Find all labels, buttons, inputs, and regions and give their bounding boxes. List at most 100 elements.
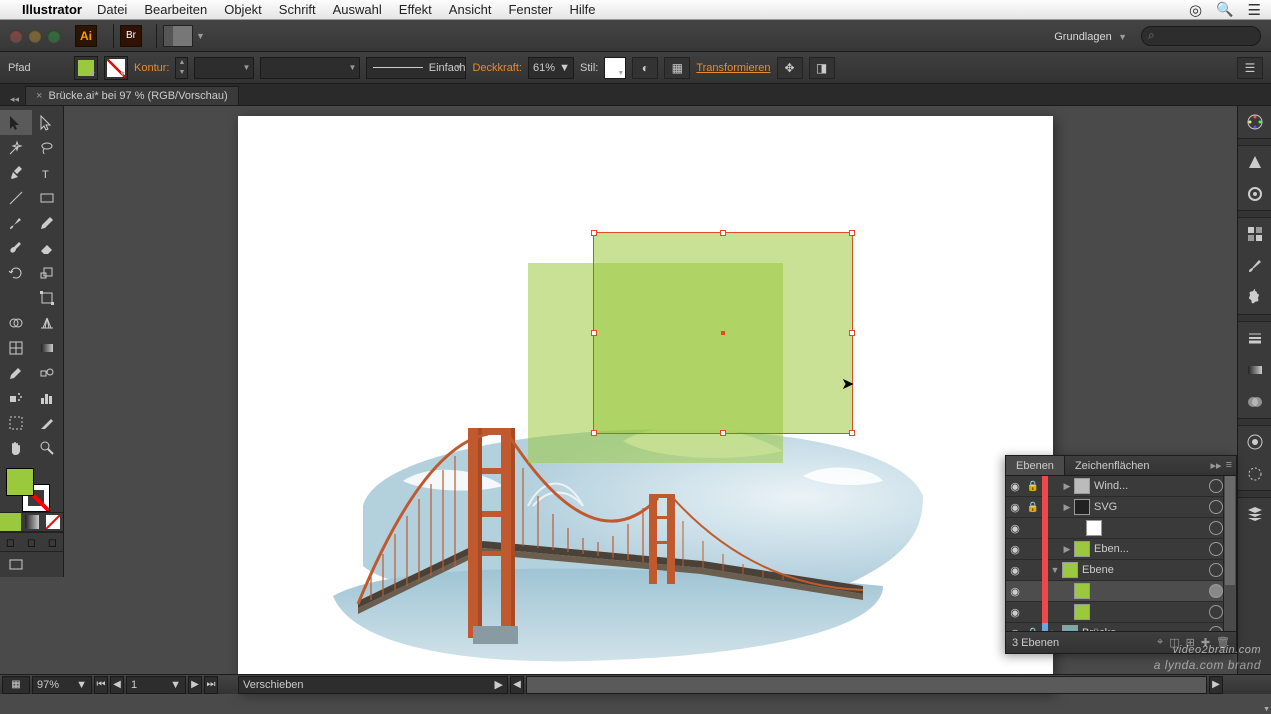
menu-effekt[interactable]: Effekt: [399, 2, 432, 17]
target-icon[interactable]: [1209, 521, 1223, 535]
lock-toggle[interactable]: 🔒: [1024, 481, 1042, 492]
swatches-panel-icon[interactable]: [1238, 218, 1271, 250]
layer-row[interactable]: ◉🔒 ▶ Brücke: [1006, 623, 1236, 631]
visibility-toggle[interactable]: ◉: [1006, 543, 1024, 556]
first-artboard-button[interactable]: ⏮: [94, 676, 108, 694]
tab-zeichenflaechen[interactable]: Zeichenflächen: [1065, 456, 1160, 475]
hscroll-left-icon[interactable]: ◀: [510, 676, 524, 694]
zoom-tool[interactable]: [32, 435, 64, 460]
direct-selection-tool[interactable]: [32, 110, 64, 135]
new-layer-icon[interactable]: ✚: [1201, 636, 1210, 649]
layer-name[interactable]: Brücke: [1082, 627, 1209, 631]
menu-schrift[interactable]: Schrift: [279, 2, 316, 17]
eyedropper-tool[interactable]: [0, 360, 32, 385]
document-tab[interactable]: × Brücke.ai* bei 97 % (RGB/Vorschau): [25, 86, 239, 105]
artboard[interactable]: ➤: [238, 116, 1053, 692]
layer-name[interactable]: Eben...: [1094, 543, 1209, 555]
selection-tool[interactable]: [0, 110, 32, 135]
minimize-window-button[interactable]: [29, 30, 41, 42]
horizontal-scrollbar[interactable]: [526, 676, 1207, 694]
stroke-panel-icon[interactable]: [1238, 322, 1271, 354]
arrange-documents-button[interactable]: [163, 25, 193, 47]
disclosure-icon[interactable]: ▶: [1060, 544, 1074, 555]
lock-toggle[interactable]: 🔒: [1024, 502, 1042, 513]
color-guide-panel-icon[interactable]: [1238, 146, 1271, 178]
cc-icon[interactable]: ◎: [1189, 1, 1202, 19]
appearance-panel-icon[interactable]: [1238, 426, 1271, 458]
opacity-label[interactable]: Deckkraft:: [472, 62, 522, 74]
draw-mode-row[interactable]: ◻ ◻ ◻: [0, 532, 63, 552]
layer-name[interactable]: Wind...: [1094, 480, 1209, 492]
column-graph-tool[interactable]: [32, 385, 64, 410]
pencil-tool[interactable]: [32, 210, 64, 235]
bridge-button[interactable]: Br: [120, 25, 142, 47]
width-tool[interactable]: [0, 285, 32, 310]
shape-builder-tool[interactable]: [0, 310, 32, 335]
brushes-panel-icon[interactable]: [1238, 250, 1271, 282]
magic-wand-tool[interactable]: [0, 135, 32, 160]
eraser-tool[interactable]: [32, 235, 64, 260]
transparency-panel-icon[interactable]: [1238, 386, 1271, 418]
current-tool-status[interactable]: Verschieben▶: [238, 676, 508, 694]
line-tool[interactable]: [0, 185, 32, 210]
style-swatch[interactable]: ▼: [604, 57, 626, 79]
brush-definition-dropdown[interactable]: Einfach▼: [366, 57, 466, 79]
visibility-toggle[interactable]: ◉: [1006, 501, 1024, 514]
symbol-sprayer-tool[interactable]: [0, 385, 32, 410]
search-sys-icon[interactable]: 🔍: [1216, 1, 1233, 18]
target-icon[interactable]: [1209, 542, 1223, 556]
layers-scrollbar[interactable]: [1223, 476, 1236, 631]
mesh-tool[interactable]: [0, 335, 32, 360]
layers-panel-icon[interactable]: [1238, 498, 1271, 530]
layer-row[interactable]: ◉ ▶ Eben...: [1006, 539, 1236, 560]
gradient-mode-icon[interactable]: [21, 513, 42, 531]
target-icon[interactable]: [1209, 626, 1223, 631]
align-button[interactable]: ▦▼: [664, 57, 690, 79]
slice-tool[interactable]: [32, 410, 64, 435]
target-icon[interactable]: [1209, 584, 1223, 598]
handle-bottom-left[interactable]: [591, 430, 597, 436]
edit-clip-button[interactable]: ◨▼: [809, 57, 835, 79]
paintbrush-tool[interactable]: [0, 210, 32, 235]
lock-toggle[interactable]: 🔒: [1024, 628, 1042, 632]
none-mode-icon[interactable]: [42, 513, 63, 531]
green-rect-selected[interactable]: [593, 232, 853, 434]
menu-ansicht[interactable]: Ansicht: [449, 2, 492, 17]
perspective-grid-tool[interactable]: [32, 310, 64, 335]
gradient-tool[interactable]: [32, 335, 64, 360]
disclosure-icon[interactable]: ▶: [1060, 502, 1074, 513]
expand-panels-icon[interactable]: ◂◂: [4, 94, 25, 105]
handle-bottom-mid[interactable]: [720, 430, 726, 436]
layer-name[interactable]: SVG: [1094, 501, 1209, 513]
visibility-toggle[interactable]: ◉: [1006, 564, 1024, 577]
handle-top-right[interactable]: [849, 230, 855, 236]
artboard-tool[interactable]: [0, 410, 32, 435]
workspace-switcher[interactable]: Grundlagen ▼: [1048, 26, 1133, 46]
free-transform-tool[interactable]: [32, 285, 64, 310]
next-artboard-button[interactable]: ▶: [188, 676, 202, 694]
disclosure-icon[interactable]: ▼: [1048, 565, 1062, 575]
graphic-styles-panel-icon[interactable]: [1238, 458, 1271, 490]
color-mode-icon[interactable]: [0, 513, 21, 531]
stroke-weight-dropdown[interactable]: ▼: [194, 57, 254, 79]
menu-auswahl[interactable]: Auswahl: [333, 2, 382, 17]
handle-mid-left[interactable]: [591, 330, 597, 336]
collapse-panel-icon[interactable]: ▸▸: [1211, 459, 1222, 472]
visibility-toggle[interactable]: ◉: [1006, 585, 1024, 598]
artboard-number[interactable]: 1▼: [126, 676, 186, 694]
close-window-button[interactable]: [10, 30, 22, 42]
stroke-weight-stepper[interactable]: ▲▼: [175, 57, 188, 79]
menu-datei[interactable]: Datei: [97, 2, 127, 17]
handle-top-mid[interactable]: [720, 230, 726, 236]
layer-row[interactable]: ◉: [1006, 602, 1236, 623]
locate-object-icon[interactable]: ⌖: [1157, 636, 1163, 649]
disclosure-icon[interactable]: ▶: [1048, 628, 1062, 632]
handle-bottom-right[interactable]: [849, 430, 855, 436]
blend-tool[interactable]: [32, 360, 64, 385]
panel-menu-button[interactable]: ☰: [1237, 57, 1263, 79]
isolate-button[interactable]: ✥: [777, 57, 803, 79]
gradient-panel-icon[interactable]: [1238, 354, 1271, 386]
target-icon[interactable]: [1209, 479, 1223, 493]
opacity-input[interactable]: 61%▼: [528, 57, 574, 79]
visibility-toggle[interactable]: ◉: [1006, 627, 1024, 632]
